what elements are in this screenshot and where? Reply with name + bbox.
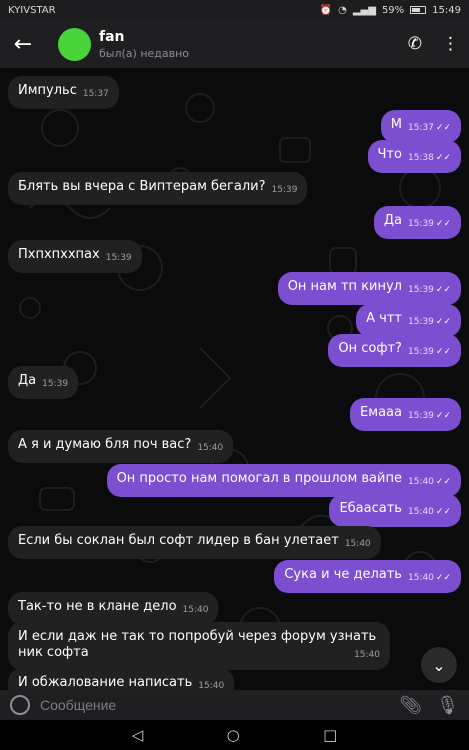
message-list[interactable]: Импульс 15:37 М 15:37 ✓✓ Что 15:38 ✓✓ Блять вы в… <box>0 68 469 690</box>
chat-header: ← fan был(а) недавно ✆ ⋮ <box>0 20 469 68</box>
status-bar: KYIVSTAR ⏰ ◔ ▂▄▆ 59% 15:49 <box>0 0 469 20</box>
message-time: 15:39 <box>42 379 69 389</box>
nav-home-icon[interactable]: ○ <box>227 726 240 744</box>
nav-recents-icon[interactable]: □ <box>323 726 337 744</box>
back-arrow-icon[interactable]: ← <box>10 31 36 57</box>
incoming-message[interactable]: Если бы соклан был софт лидер в бан улет… <box>8 526 381 559</box>
message-time: 15:40 <box>198 681 225 690</box>
outgoing-message[interactable]: Он нам тп кинул 15:39 ✓✓ <box>277 272 461 305</box>
message-time: 15:40 <box>197 443 224 453</box>
message-time: 15:40 <box>407 507 434 517</box>
outgoing-message[interactable]: А чтт 15:39 ✓✓ <box>356 304 461 337</box>
microphone-icon[interactable]: 🎙︎ <box>436 695 459 716</box>
nav-back-icon[interactable]: ◁ <box>132 726 144 744</box>
outgoing-message[interactable]: Он просто нам помогал в прошлом вайпе 15:… <box>106 464 461 497</box>
last-seen-status: был(а) недавно <box>99 46 190 60</box>
message-text: Он софт? <box>338 341 402 356</box>
alarm-icon: ⏰ <box>319 4 333 16</box>
read-receipt-icon: ✓✓ <box>435 347 451 357</box>
phone-icon[interactable]: ✆ <box>408 34 422 54</box>
message-text: Что <box>377 147 402 162</box>
message-time: 15:39 <box>407 411 434 421</box>
emoji-icon[interactable] <box>10 695 30 715</box>
message-time: 15:40 <box>407 573 434 583</box>
outgoing-message[interactable]: Он софт? 15:39 ✓✓ <box>328 334 461 367</box>
message-text: Пхпхпххпах <box>18 247 100 262</box>
incoming-message[interactable]: Импульс 15:37 <box>8 76 119 109</box>
avatar[interactable] <box>58 27 91 61</box>
read-receipt-icon: ✓✓ <box>435 477 451 487</box>
wifi-icon: ◔ <box>338 4 347 16</box>
message-time: 15:40 <box>354 650 380 660</box>
read-receipt-icon: ✓✓ <box>435 507 451 517</box>
outgoing-message[interactable]: М 15:37 ✓✓ <box>380 110 461 143</box>
battery-percent: 59% <box>381 4 405 16</box>
message-time: 15:39 <box>105 253 132 263</box>
read-receipt-icon: ✓✓ <box>435 411 451 421</box>
message-input[interactable] <box>40 697 386 713</box>
message-time: 15:40 <box>407 477 434 487</box>
more-menu-icon[interactable]: ⋮ <box>442 34 459 54</box>
message-time: 15:37 <box>407 123 434 133</box>
message-text: И если даж не так то попробуй через фору… <box>18 629 377 660</box>
carrier-label: KYIVSTAR <box>8 4 56 16</box>
read-receipt-icon: ✓✓ <box>435 219 451 229</box>
message-time: 15:40 <box>344 539 371 549</box>
message-time: 15:40 <box>182 605 209 615</box>
incoming-message[interactable]: Да 15:39 <box>8 366 79 399</box>
message-text: А чтт <box>366 311 402 326</box>
attach-icon[interactable]: 📎︎ <box>399 695 422 716</box>
message-text: Да <box>383 213 402 228</box>
message-text: М <box>390 117 402 132</box>
message-text: Так-то не в клане дело <box>18 599 177 614</box>
message-time: 15:39 <box>407 219 434 229</box>
scroll-down-button[interactable]: ⌄ <box>421 647 457 683</box>
message-input-bar: 📎︎ 🎙︎ <box>0 690 469 720</box>
chat-title[interactable]: fan <box>99 29 189 45</box>
battery-icon <box>410 6 427 14</box>
message-time: 15:39 <box>407 285 434 295</box>
read-receipt-icon: ✓✓ <box>435 317 451 327</box>
message-text: Он просто нам помогал в прошлом вайпе <box>116 471 402 486</box>
message-text: Блять вы вчера с Виптерам бегали? <box>18 179 266 194</box>
message-text: Импульс <box>18 83 77 98</box>
message-text: Ебаасать <box>339 501 402 516</box>
read-receipt-icon: ✓✓ <box>435 573 451 583</box>
message-time: 15:39 <box>407 317 434 327</box>
read-receipt-icon: ✓✓ <box>435 285 451 295</box>
system-nav-bar: ◁ ○ □ <box>0 720 469 750</box>
read-receipt-icon: ✓✓ <box>435 153 451 163</box>
incoming-message[interactable]: И если даж не так то попробуй через фору… <box>8 622 390 670</box>
message-text: Да <box>18 373 37 388</box>
outgoing-message[interactable]: Да 15:39 ✓✓ <box>373 206 461 239</box>
message-text: И обжалование написать <box>18 675 193 690</box>
signal-icon: ▂▄▆ <box>352 4 376 16</box>
message-time: 15:39 <box>271 185 298 195</box>
clock: 15:49 <box>432 4 461 16</box>
incoming-message[interactable]: Так-то не в клане дело 15:40 <box>8 592 219 625</box>
incoming-message[interactable]: Пхпхпххпах 15:39 <box>8 240 142 273</box>
outgoing-message[interactable]: Ебаасать 15:40 ✓✓ <box>329 494 461 527</box>
message-time: 15:38 <box>407 153 434 163</box>
message-text: Емааа <box>360 405 402 420</box>
outgoing-message[interactable]: Сука и че делать 15:40 ✓✓ <box>274 560 461 593</box>
message-time: 15:37 <box>82 89 109 99</box>
message-text: Сука и че делать <box>284 567 402 582</box>
message-text: А я и думаю бля поч вас? <box>18 437 192 452</box>
outgoing-message[interactable]: Емааа 15:39 ✓✓ <box>350 398 461 431</box>
message-time: 15:39 <box>407 347 434 357</box>
read-receipt-icon: ✓✓ <box>435 123 451 133</box>
incoming-message[interactable]: И обжалование написать 15:40 <box>8 668 235 690</box>
message-text: Если бы соклан был софт лидер в бан улет… <box>18 533 339 548</box>
incoming-message[interactable]: А я и думаю бля поч вас? 15:40 <box>8 430 234 463</box>
outgoing-message[interactable]: Что 15:38 ✓✓ <box>367 140 461 173</box>
incoming-message[interactable]: Блять вы вчера с Виптерам бегали? 15:39 <box>8 172 308 205</box>
message-text: Он нам тп кинул <box>287 279 402 294</box>
